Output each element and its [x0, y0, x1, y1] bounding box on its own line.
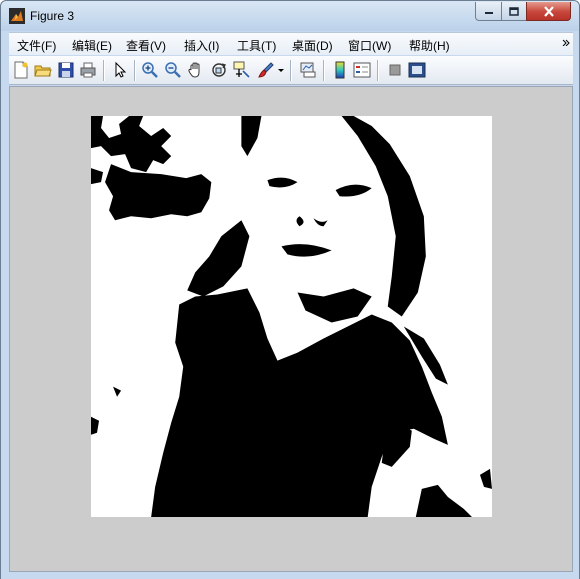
figure-window: Figure 3 文件(F) 编辑(E) 查看(V) 插入(I) 工具(T) 桌…: [0, 0, 580, 579]
link-plot-icon[interactable]: [299, 61, 317, 79]
binary-image: [91, 116, 492, 517]
toolbar-separator: [290, 60, 292, 81]
figure-canvas[interactable]: [9, 86, 573, 572]
window-title: Figure 3: [30, 9, 75, 23]
data-cursor-icon[interactable]: [233, 61, 251, 79]
menu-tools[interactable]: 工具(T): [237, 37, 276, 54]
toolbar-separator: [377, 60, 379, 81]
title-bar[interactable]: Figure 3: [1, 1, 579, 31]
zoom-out-icon[interactable]: [164, 61, 182, 79]
matlab-logo-icon: [9, 8, 25, 24]
show-plot-tools-icon[interactable]: [408, 61, 426, 79]
menu-bar: 文件(F) 编辑(E) 查看(V) 插入(I) 工具(T) 桌面(D) 窗口(W…: [9, 32, 573, 55]
edit-plot-arrow-icon[interactable]: [111, 61, 129, 79]
brush-icon[interactable]: [257, 61, 275, 79]
close-button[interactable]: [526, 2, 571, 21]
zoom-in-icon[interactable]: [141, 61, 159, 79]
print-icon[interactable]: [79, 61, 97, 79]
rotate-3d-icon[interactable]: [210, 61, 228, 79]
toolbar-separator: [323, 60, 325, 81]
figure-toolbar: [9, 56, 573, 85]
insert-colorbar-icon[interactable]: [331, 61, 349, 79]
save-icon[interactable]: [57, 61, 75, 79]
menu-window[interactable]: 窗口(W): [348, 37, 391, 54]
pan-hand-icon[interactable]: [187, 61, 205, 79]
chevron-icon[interactable]: [562, 38, 570, 46]
window-bottom-border: [1, 572, 579, 579]
hide-plot-tools-icon[interactable]: [386, 61, 404, 79]
maximize-button[interactable]: [501, 2, 527, 21]
new-figure-icon[interactable]: [12, 61, 30, 79]
minimize-button[interactable]: [475, 2, 502, 21]
menu-file[interactable]: 文件(F): [17, 37, 56, 54]
insert-legend-icon[interactable]: [353, 61, 371, 79]
menu-desktop[interactable]: 桌面(D): [292, 37, 333, 54]
toolbar-separator: [134, 60, 136, 81]
menu-help[interactable]: 帮助(H): [409, 37, 450, 54]
maximize-icon: [509, 6, 519, 16]
open-file-icon[interactable]: [34, 61, 52, 79]
close-icon: [543, 5, 554, 17]
menu-view[interactable]: 查看(V): [126, 37, 166, 54]
dropdown-arrow-icon[interactable]: [277, 61, 285, 79]
menu-insert[interactable]: 插入(I): [184, 37, 219, 54]
toolbar-separator: [103, 60, 105, 81]
minimize-icon: [484, 12, 493, 14]
menu-edit[interactable]: 编辑(E): [72, 37, 112, 54]
